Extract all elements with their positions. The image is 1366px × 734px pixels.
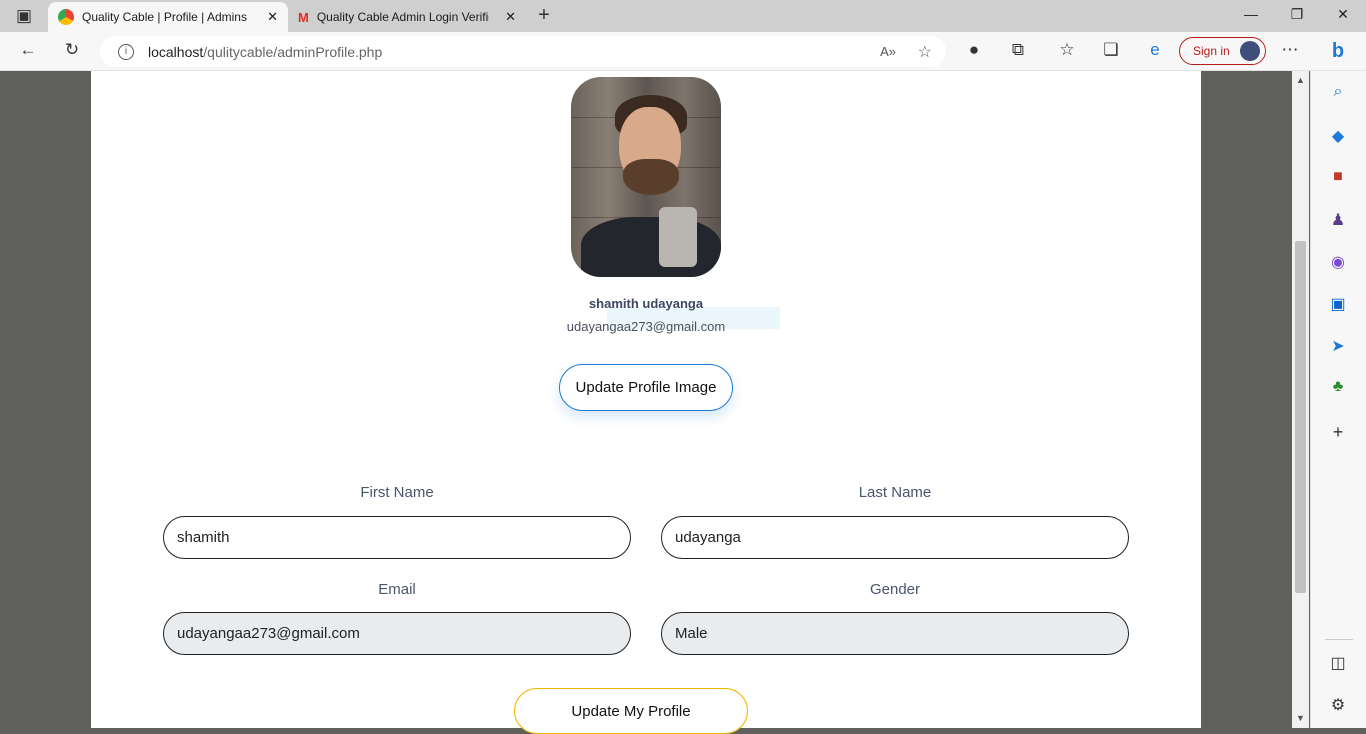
bing-icon[interactable]: b [1326, 40, 1350, 63]
sign-in-button[interactable]: Sign in [1179, 37, 1266, 65]
close-icon[interactable]: ✕ [505, 9, 516, 25]
url-path: /qulitycable/adminProfile.php [203, 43, 383, 60]
add-favorite-icon[interactable]: ☆ [918, 42, 932, 62]
scroll-up-icon[interactable]: ▲ [1296, 75, 1305, 85]
chrome-color-icon [58, 9, 74, 25]
sidebar-toggle-icon[interactable]: ◫ [1328, 653, 1348, 672]
update-profile-button[interactable]: Update My Profile [514, 688, 748, 734]
extensions-icon[interactable]: ⧉ [1006, 40, 1030, 60]
profile-email: udayangaa273@gmail.com [566, 319, 726, 334]
refresh-icon[interactable]: ↻ [60, 40, 84, 60]
search-icon[interactable]: ⌕ [1328, 83, 1348, 101]
shopping-icon[interactable]: ◆ [1328, 126, 1348, 145]
profile-page: shamith udayanga udayangaa273@gmail.com … [91, 71, 1201, 734]
last-name-label: Last Name [858, 484, 932, 501]
restore-icon[interactable]: ❐ [1274, 6, 1320, 23]
outlook-icon[interactable]: ▣ [1328, 294, 1348, 313]
site-info-icon[interactable]: i [118, 43, 134, 60]
update-profile-image-button[interactable]: Update Profile Image [559, 364, 733, 411]
last-name-field[interactable]: udayanga [661, 516, 1129, 559]
read-aloud-icon[interactable]: A» [880, 44, 896, 59]
new-tab-icon[interactable]: + [532, 4, 556, 27]
tab-profile[interactable]: Quality Cable | Profile | Admins ✕ [48, 2, 288, 32]
email-field: udayangaa273@gmail.com [163, 612, 631, 655]
gender-field: Male [661, 612, 1129, 655]
email-label: Email [378, 581, 416, 598]
profile-name: shamith udayanga [588, 296, 704, 311]
first-name-label: First Name [360, 484, 434, 501]
drop-icon[interactable]: ➤ [1328, 336, 1348, 355]
tab-title: Quality Cable Admin Login Verific [316, 10, 489, 24]
settings-icon[interactable]: ⚙ [1328, 695, 1348, 714]
games-icon[interactable]: ♟ [1328, 210, 1348, 229]
microsoft365-icon[interactable]: ◉ [1328, 252, 1348, 271]
close-icon[interactable]: ✕ [267, 9, 278, 25]
add-icon[interactable]: + [1328, 422, 1348, 442]
gender-label: Gender [869, 581, 921, 598]
cookie-icon[interactable]: ● [962, 40, 986, 60]
tab-title: Quality Cable | Profile | Admins [82, 10, 247, 24]
profile-avatar-icon [1240, 41, 1260, 61]
url-host: localhost [148, 43, 204, 60]
gmail-icon: M [298, 9, 309, 25]
window-close-icon[interactable]: ✕ [1320, 6, 1366, 23]
edge-sidebar: ⌕ ◆ ■ ♟ ◉ ▣ ➤ ♣ + ◫ ⚙ [1310, 71, 1366, 728]
more-icon[interactable]: ⋯ [1278, 40, 1302, 60]
tools-icon[interactable]: ■ [1328, 168, 1348, 186]
tree-icon[interactable]: ♣ [1328, 378, 1348, 396]
browser-toolbar: ← ↻ i localhost/qulitycable/adminProfile… [0, 32, 1366, 71]
page-scrollbar[interactable]: ▲ ▼ [1292, 71, 1309, 728]
collections-icon[interactable]: ❏ [1099, 40, 1123, 60]
tab-bar: ▣ Quality Cable | Profile | Admins ✕ M Q… [0, 0, 1366, 32]
back-icon[interactable]: ← [16, 40, 40, 60]
divider [1325, 639, 1353, 640]
first-name-field[interactable]: shamith [163, 516, 631, 559]
favorites-icon[interactable]: ☆ [1055, 40, 1079, 60]
tab-actions-icon[interactable]: ▣ [12, 6, 36, 26]
tab-gmail[interactable]: M Quality Cable Admin Login Verific ✕ [290, 2, 526, 32]
scroll-down-icon[interactable]: ▼ [1296, 713, 1305, 723]
minimize-icon[interactable]: — [1228, 6, 1274, 22]
edge-icon[interactable]: e [1143, 40, 1167, 60]
profile-photo [571, 77, 721, 277]
address-bar[interactable]: i localhost/qulitycable/adminProfile.php… [100, 36, 946, 67]
scroll-thumb[interactable] [1295, 241, 1306, 593]
sign-in-label: Sign in [1193, 44, 1230, 58]
